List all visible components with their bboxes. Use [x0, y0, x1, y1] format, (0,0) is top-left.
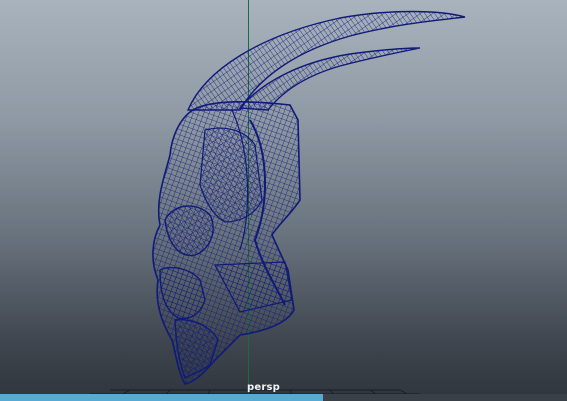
camera-name-label: persp [247, 382, 280, 393]
progress-bar [0, 394, 567, 401]
wireframe-skull-model[interactable] [0, 0, 567, 401]
progress-fill [0, 394, 324, 401]
perspective-viewport[interactable]: persp [0, 0, 567, 401]
